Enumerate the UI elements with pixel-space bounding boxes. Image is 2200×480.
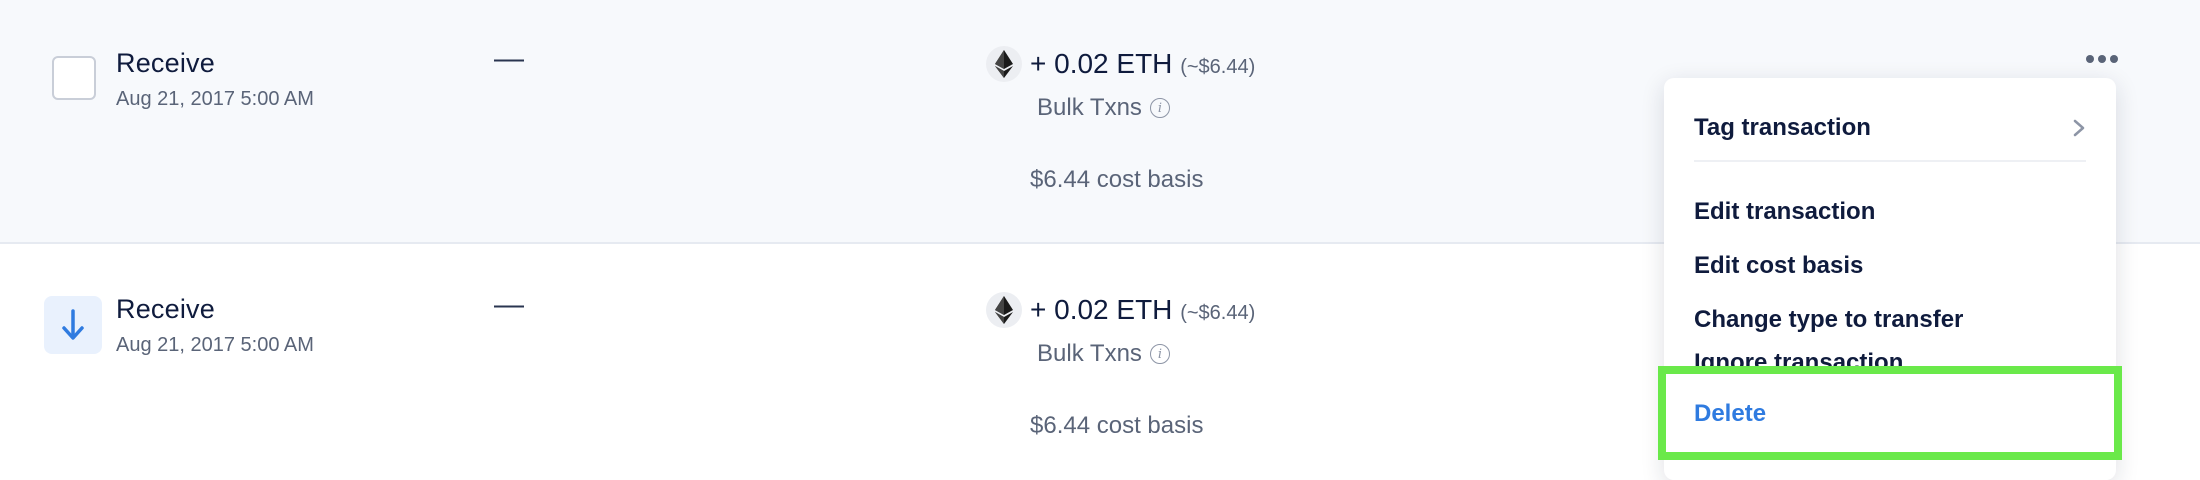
- amount: + 0.02 ETH (~$6.44): [1030, 294, 1255, 326]
- amount-crypto: + 0.02 ETH: [1030, 294, 1173, 325]
- menu-item-label: Edit cost basis: [1694, 252, 1864, 279]
- menu-item-label: Edit transaction: [1694, 198, 1876, 225]
- from-value: —: [494, 288, 524, 321]
- ethereum-icon: [986, 46, 1022, 82]
- amount-usd: (~$6.44): [1180, 302, 1256, 324]
- amount-usd: (~$6.44): [1180, 56, 1256, 78]
- info-icon[interactable]: i: [1149, 98, 1170, 118]
- menu-item-ignore-transaction[interactable]: Ignore transaction: [1694, 346, 2086, 368]
- menu-divider: [1694, 160, 2086, 162]
- transaction-date: Aug 21, 2017 5:00 AM: [116, 334, 314, 356]
- source: Bulk Txns i: [1037, 94, 1170, 122]
- menu-item-label: Ignore transaction: [1694, 349, 1904, 368]
- amount-crypto: + 0.02 ETH: [1030, 48, 1173, 79]
- arrow-down-icon: [44, 296, 102, 354]
- transaction-date: Aug 21, 2017 5:00 AM: [116, 88, 314, 110]
- transaction-type: Receive: [116, 294, 215, 324]
- menu-item-label: Tag transaction: [1694, 114, 1871, 141]
- chevron-right-icon: [2072, 118, 2086, 138]
- more-options-button[interactable]: [2082, 44, 2122, 74]
- menu-item-tag-transaction[interactable]: Tag transaction: [1694, 114, 2086, 142]
- cost-basis: $6.44 cost basis: [1030, 412, 1204, 439]
- source-label: Bulk Txns: [1037, 94, 1142, 121]
- ethereum-icon: [986, 292, 1022, 328]
- source: Bulk Txns i: [1037, 340, 1170, 368]
- menu-item-label: Change type to transfer: [1694, 306, 1964, 333]
- cost-basis: $6.44 cost basis: [1030, 166, 1204, 193]
- info-icon[interactable]: i: [1149, 344, 1170, 364]
- more-dot-icon: [2098, 55, 2106, 63]
- from-value: —: [494, 42, 524, 75]
- more-dot-icon: [2110, 55, 2118, 63]
- transaction-type: Receive: [116, 48, 215, 78]
- menu-item-edit-cost-basis[interactable]: Edit cost basis: [1694, 252, 2086, 280]
- menu-item-change-type[interactable]: Change type to transfer: [1694, 306, 2086, 334]
- amount: + 0.02 ETH (~$6.44): [1030, 48, 1255, 80]
- source-label: Bulk Txns: [1037, 340, 1142, 367]
- select-checkbox[interactable]: [52, 56, 96, 100]
- menu-item-delete[interactable]: Delete: [1694, 400, 1766, 428]
- more-dot-icon: [2086, 55, 2094, 63]
- menu-item-edit-transaction[interactable]: Edit transaction: [1694, 198, 2086, 226]
